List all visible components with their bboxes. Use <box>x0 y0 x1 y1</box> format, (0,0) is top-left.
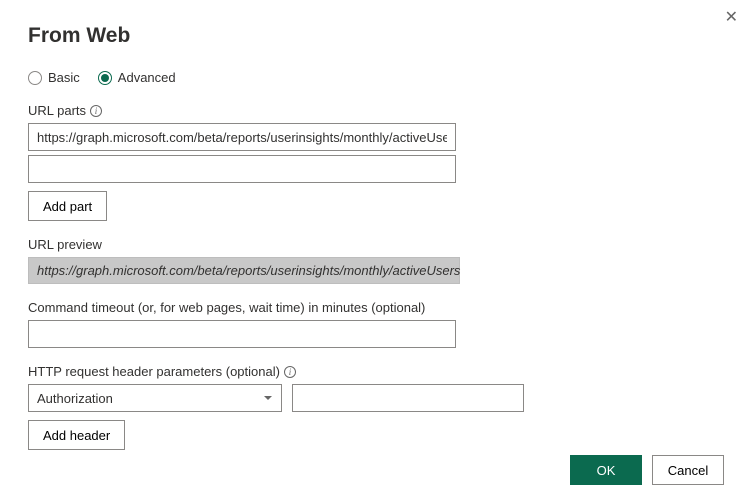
url-part-input-1[interactable] <box>28 155 456 183</box>
headers-label: HTTP request header parameters (optional… <box>28 364 724 379</box>
url-preview-value: https://graph.microsoft.com/beta/reports… <box>28 257 460 284</box>
close-icon[interactable]: ✕ <box>725 10 738 26</box>
info-icon[interactable]: i <box>90 105 102 117</box>
mode-radio-group: Basic Advanced <box>28 70 724 85</box>
header-value-input[interactable] <box>292 384 524 412</box>
timeout-input[interactable] <box>28 320 456 348</box>
url-parts-label: URL parts i <box>28 103 724 118</box>
info-icon[interactable]: i <box>284 366 296 378</box>
timeout-label: Command timeout (or, for web pages, wait… <box>28 300 724 315</box>
add-header-button[interactable]: Add header <box>28 420 125 450</box>
cancel-button[interactable]: Cancel <box>652 455 724 485</box>
radio-basic-label: Basic <box>48 70 80 85</box>
header-name-select[interactable] <box>28 384 282 412</box>
url-preview-label: URL preview <box>28 237 724 252</box>
radio-basic[interactable]: Basic <box>28 70 80 85</box>
header-name-value[interactable] <box>28 384 282 412</box>
ok-button[interactable]: OK <box>570 455 642 485</box>
add-part-button[interactable]: Add part <box>28 191 107 221</box>
radio-advanced[interactable]: Advanced <box>98 70 176 85</box>
url-part-input-0[interactable] <box>28 123 456 151</box>
radio-on-icon <box>98 71 112 85</box>
radio-advanced-label: Advanced <box>118 70 176 85</box>
dialog-title: From Web <box>28 24 724 48</box>
radio-off-icon <box>28 71 42 85</box>
dialog-footer: OK Cancel <box>570 455 724 485</box>
